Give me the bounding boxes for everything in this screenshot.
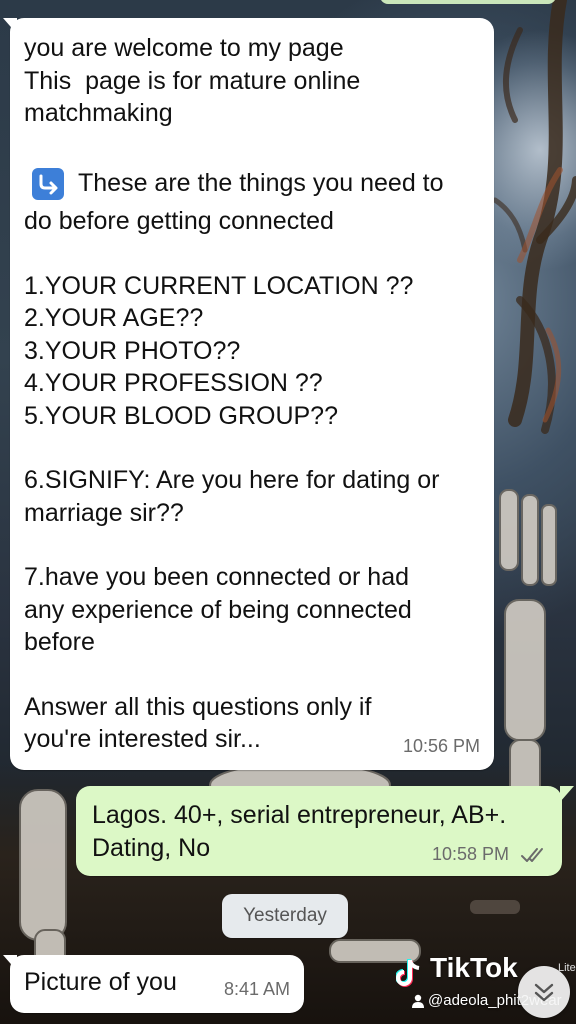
bubble-tail: [3, 18, 17, 34]
message-question-7: 7.have you been connected or had any exp…: [24, 563, 412, 656]
bubble-tail: [3, 955, 17, 971]
message-instructions-text: These are the things you need to do befo…: [24, 168, 444, 235]
message-timestamp: 8:41 AM: [223, 978, 290, 999]
message-questions-list: 1.YOUR CURRENT LOCATION ?? 2.YOUR AGE?? …: [24, 271, 414, 430]
message-timestamp: 10:58 PM: [432, 838, 548, 871]
bubble-tail: [560, 786, 574, 802]
message-intro-text: you are welcome to my page This page is …: [24, 34, 361, 127]
read-double-check-icon: [520, 846, 548, 864]
scroll-to-bottom-button[interactable]: [518, 966, 570, 1018]
incoming-message-bubble[interactable]: Picture of you 8:41 AM: [3, 955, 304, 1013]
outgoing-message-bubble[interactable]: Lagos. 40+, serial entrepreneur, AB+. Da…: [76, 786, 574, 876]
previous-outgoing-bubble-edge: [380, 0, 556, 4]
return-arrow-emoji-icon: [32, 167, 64, 200]
message-timestamp: 10:56 PM: [402, 735, 480, 756]
message-question-6: 6.SIGNIFY: Are you here for dating or ma…: [24, 466, 440, 527]
user-icon: [412, 994, 424, 1008]
date-separator: Yesterday: [222, 894, 348, 938]
double-chevron-down-icon: [534, 983, 554, 1002]
tiktok-watermark-logo: TikTok: [430, 952, 518, 983]
message-time-label: 10:58 PM: [431, 843, 509, 864]
incoming-message-bubble[interactable]: you are welcome to my page This page is …: [3, 18, 494, 770]
tiktok-note-icon: [395, 958, 422, 988]
